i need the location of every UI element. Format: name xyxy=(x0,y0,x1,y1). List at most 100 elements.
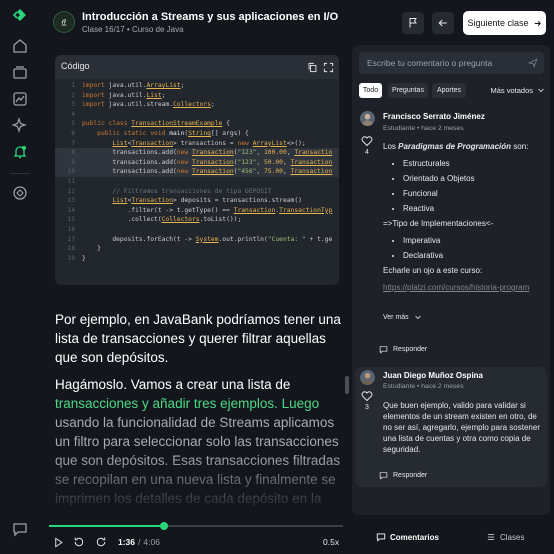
comment-author[interactable]: Francisco Serrato Jiménez xyxy=(383,112,485,121)
line-number: 8 xyxy=(71,149,75,157)
vote-count: 3 xyxy=(365,404,369,411)
code-text: import java.util.List; xyxy=(82,91,166,99)
line-number: 9 xyxy=(71,158,75,166)
code-line: 18 } xyxy=(55,244,339,254)
see-more-button[interactable]: Ver más xyxy=(383,313,422,321)
code-line: 3 import java.util.stream.Collectors; xyxy=(55,100,339,110)
list-item: Estructurales xyxy=(403,158,543,169)
code-text: } xyxy=(82,254,86,262)
heart-icon[interactable] xyxy=(361,135,373,147)
code-line: 17 deposits.forEach(t -> System.out.prin… xyxy=(55,235,339,245)
class-header: Introducción a Streams y sus aplicacione… xyxy=(45,4,550,40)
fullscreen-icon[interactable] xyxy=(321,60,335,74)
reply-button[interactable]: Responder xyxy=(379,471,427,480)
class-subtitle: Clase 16/17 • Curso de Java xyxy=(82,25,184,34)
chevron-down-icon xyxy=(538,88,544,93)
comment-filter-tabs: Todo Preguntas Aportes Más votados xyxy=(359,83,545,99)
lesson-content: Código 1 import java.util.ArrayList; 2 impo… xyxy=(45,45,347,515)
tab-todo[interactable]: Todo xyxy=(359,83,382,98)
code-lines: 1 import java.util.ArrayList; 2 import java… xyxy=(55,81,339,281)
flag-icon xyxy=(409,18,417,28)
code-line: 13 List<Transaction> deposits = transact… xyxy=(55,196,339,206)
class-title: Introducción a Streams y sus aplicacione… xyxy=(82,11,339,23)
list-item: Orientado a Objetos xyxy=(403,173,543,184)
sparkles-icon[interactable] xyxy=(10,115,30,135)
heart-icon[interactable] xyxy=(361,390,373,402)
avatar[interactable] xyxy=(360,370,375,385)
tab-clases[interactable]: Clases xyxy=(486,532,524,542)
audio-player: 1:36 / 4:06 0.5x xyxy=(45,518,347,554)
code-line: 4 xyxy=(55,110,339,120)
reply-button[interactable]: Responder xyxy=(379,345,427,354)
rewind-icon xyxy=(74,537,84,547)
list-item: Funcional xyxy=(403,188,543,199)
notifications-bell-icon[interactable] xyxy=(10,142,30,162)
chat-icon[interactable] xyxy=(10,519,30,539)
line-number: 1 xyxy=(71,82,75,89)
line-number: 18 xyxy=(67,245,75,253)
tab-aportes[interactable]: Aportes xyxy=(432,83,466,98)
code-line: 9 transactions.add(new Transaction("123"… xyxy=(55,157,339,168)
see-more-label: Ver más xyxy=(383,313,409,321)
paragraph-example-lead: Hagámoslo. Vamos a crear una lista de xyxy=(55,377,291,392)
play-button[interactable] xyxy=(53,535,64,549)
report-flag-button[interactable] xyxy=(402,12,424,34)
list-item: Imperativa xyxy=(403,235,543,246)
comment-input[interactable]: Escribe tu comentario o pregunta xyxy=(359,52,544,74)
comment-intro-emphasis: Paradigmas de Programación xyxy=(398,142,512,151)
comment-intro: Los Paradigmas de Programación son: xyxy=(383,141,543,152)
line-number: 2 xyxy=(71,91,75,99)
code-line: 1 import java.util.ArrayList; xyxy=(55,81,339,91)
reply-label: Responder xyxy=(393,346,428,353)
code-line: 19} xyxy=(55,254,339,264)
playback-speed[interactable]: 0.5x xyxy=(323,535,339,549)
avatar[interactable] xyxy=(360,111,375,126)
rewind-button[interactable] xyxy=(73,535,85,549)
progress-knob[interactable] xyxy=(159,522,168,530)
tab-comentarios-label: Comentarios xyxy=(390,532,439,542)
comment-author[interactable]: Juan Diego Muñoz Ospina xyxy=(383,371,483,380)
copy-icon[interactable] xyxy=(305,60,319,74)
reply-icon xyxy=(379,472,388,480)
line-number: 17 xyxy=(67,235,75,243)
comment-implementations-heading: =>Tipo de Implementaciones<- xyxy=(383,219,494,228)
code-text: import java.util.ArrayList; xyxy=(82,82,185,89)
rail-divider xyxy=(10,173,30,174)
code-line: 10 transactions.add(new Transaction("456… xyxy=(55,167,339,177)
code-text: // Filtramos transacciones de tipo DEPOS… xyxy=(112,187,272,195)
previous-class-button[interactable] xyxy=(432,12,454,34)
tab-preguntas[interactable]: Preguntas xyxy=(388,83,428,98)
vote-count: 4 xyxy=(365,149,369,156)
explore-icon[interactable] xyxy=(10,183,30,203)
code-text: transactions.add(new Transaction("123", … xyxy=(82,158,333,166)
comment-body: Que buen ejemplo, valido para validar si… xyxy=(383,401,540,454)
comment-input-placeholder: Escribe tu comentario o pregunta xyxy=(367,58,493,68)
forward-button[interactable] xyxy=(95,535,107,549)
tab-comentarios[interactable]: Comentarios xyxy=(376,532,439,542)
line-number: 13 xyxy=(67,197,75,205)
courses-icon[interactable] xyxy=(10,62,30,82)
code-text: transactions.add(new Transaction("456", … xyxy=(82,168,333,176)
comment-link[interactable]: https://platzi.com/cursos/historia-progr… xyxy=(383,282,538,293)
next-class-button[interactable]: Siguiente clase xyxy=(463,11,546,35)
send-icon[interactable] xyxy=(528,58,538,68)
content-fade xyxy=(45,455,347,515)
code-line: 2 import java.util.List; xyxy=(55,91,339,101)
line-number: 16 xyxy=(67,225,75,233)
line-number: 7 xyxy=(71,139,75,147)
code-text: transactions.add(new Transaction("123", … xyxy=(82,149,333,157)
code-text: public static void main(String[] args) { xyxy=(97,129,249,137)
platzi-logo[interactable] xyxy=(10,6,30,26)
progress-chart-icon[interactable] xyxy=(10,89,30,109)
code-block-label: Código xyxy=(61,61,90,71)
chevron-down-icon xyxy=(414,315,421,320)
pane-resize-handle[interactable] xyxy=(345,376,349,394)
progress-track[interactable] xyxy=(49,522,343,530)
comment-card: Juan Diego Muñoz Ospina Estudiante • hac… xyxy=(355,367,547,487)
code-text: List<Transaction> deposits = transaction… xyxy=(112,197,302,205)
classes-list-icon xyxy=(487,534,495,540)
sort-dropdown[interactable]: Más votados xyxy=(490,86,545,95)
code-text: } xyxy=(82,245,101,253)
play-icon xyxy=(55,536,63,548)
home-icon[interactable] xyxy=(10,36,30,56)
